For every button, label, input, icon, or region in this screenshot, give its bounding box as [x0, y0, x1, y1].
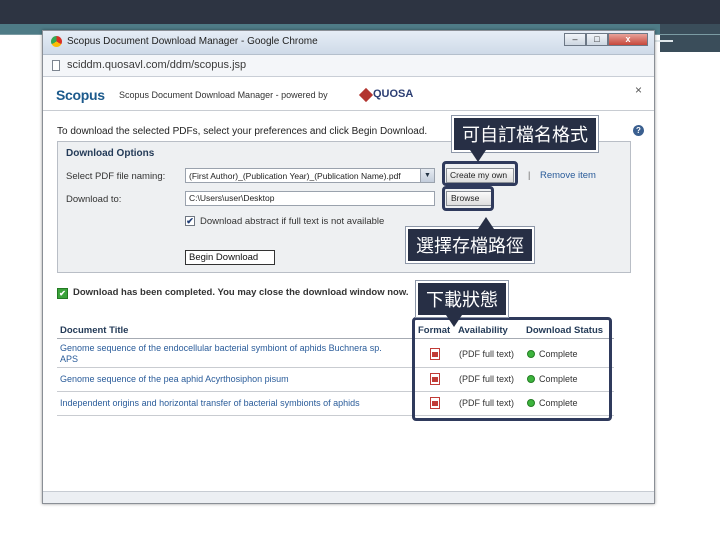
callout-tail — [478, 217, 494, 229]
naming-select-value: (First Author)_(Publication Year)_(Publi… — [189, 171, 401, 181]
url-text[interactable]: sciddm.quosavl.com/ddm/scopus.jsp — [67, 59, 246, 71]
scopus-logo: Scopus — [56, 87, 105, 103]
chrome-icon — [51, 36, 62, 47]
document-title-link[interactable]: Genome sequence of the endocellular bact… — [60, 343, 400, 365]
instructions-text: To download the selected PDFs, select yo… — [57, 126, 428, 137]
window-title: Scopus Document Download Manager - Googl… — [67, 36, 318, 47]
minimize-button[interactable]: – — [564, 33, 586, 46]
window-controls: – □ x — [564, 33, 648, 48]
dialog-header: Scopus Scopus Document Download Manager … — [43, 77, 654, 111]
callout-path-text: 選擇存檔路徑 — [416, 236, 524, 256]
naming-select[interactable]: (First Author)_(Publication Year)_(Publi… — [185, 168, 435, 183]
dialog-subtitle: Scopus Document Download Manager - power… — [119, 90, 328, 100]
callout-naming: 可自訂檔名格式 — [451, 115, 599, 162]
download-path-input[interactable]: C:\Users\user\Desktop — [185, 191, 435, 206]
callout-tail — [470, 150, 486, 162]
highlight-browse-button — [442, 186, 494, 211]
callout-naming-text: 可自訂檔名格式 — [462, 125, 588, 145]
address-bar[interactable]: sciddm.quosavl.com/ddm/scopus.jsp — [43, 55, 654, 77]
title-bar: Scopus Document Download Manager - Googl… — [43, 31, 654, 55]
window-bottom-bar — [43, 491, 654, 503]
check-icon: ✔ — [57, 288, 68, 299]
quosa-logo: QUOSA — [373, 88, 414, 100]
remove-item-link[interactable]: Remove item — [540, 170, 596, 181]
close-window-button[interactable]: x — [608, 33, 648, 46]
callout-path: 選擇存檔路徑 — [405, 217, 535, 264]
page-icon — [52, 60, 60, 71]
callout-tail — [446, 315, 462, 327]
help-icon[interactable]: ? — [633, 125, 644, 136]
separator: | — [528, 170, 531, 180]
highlight-status-columns — [412, 317, 612, 421]
chevron-down-icon[interactable]: ▼ — [420, 169, 434, 182]
quosa-logo-icon — [358, 87, 374, 103]
document-title-link[interactable]: Genome sequence of the pea aphid Acyrtho… — [60, 374, 400, 385]
header-title: Document Title — [60, 325, 129, 336]
naming-label: Select PDF file naming: — [66, 171, 166, 182]
abstract-checkbox-label[interactable]: Download abstract if full text is not av… — [200, 216, 384, 227]
slide-corner-block — [660, 24, 720, 52]
slide-header-band — [0, 0, 720, 24]
download-to-label: Download to: — [66, 194, 122, 205]
dialog-close-icon[interactable]: × — [635, 83, 642, 97]
options-title: Download Options — [66, 148, 155, 159]
document-title-link[interactable]: Independent origins and horizontal trans… — [60, 398, 400, 409]
maximize-button[interactable]: □ — [586, 33, 608, 46]
callout-status-text: 下載狀態 — [426, 290, 498, 310]
status-text: Download has been completed. You may clo… — [73, 287, 409, 298]
browser-window: Scopus Document Download Manager - Googl… — [42, 30, 655, 504]
abstract-checkbox[interactable]: ✔ — [185, 216, 195, 226]
highlight-create-button — [442, 161, 518, 186]
download-options-panel: Download Options Select PDF file naming:… — [57, 141, 631, 273]
slide-tick-mark — [655, 40, 673, 42]
begin-download-button[interactable]: Begin Download — [185, 250, 275, 265]
callout-status: 下載狀態 — [415, 280, 509, 327]
